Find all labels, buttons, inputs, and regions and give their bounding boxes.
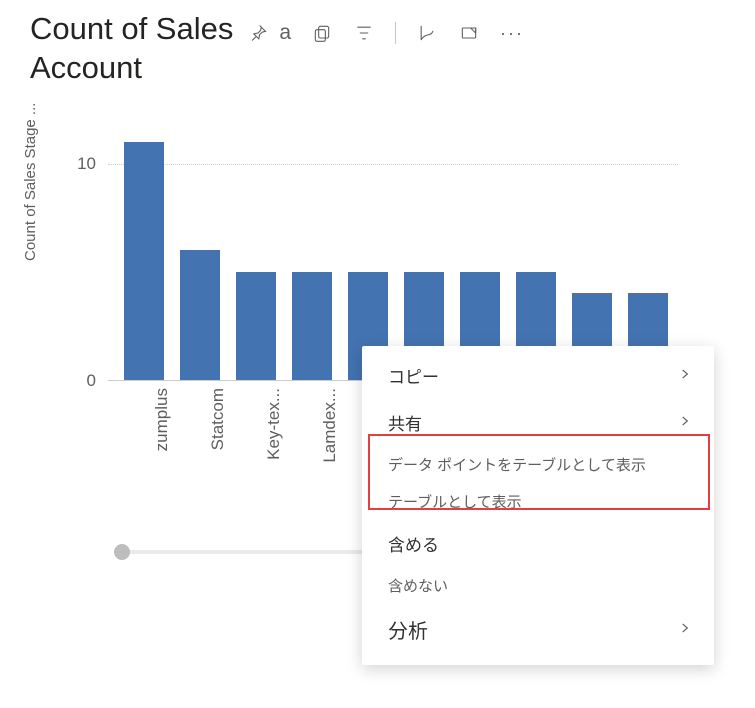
menu-show-datapoint-as-table[interactable]: データ ポイントをテーブルとして表示	[362, 446, 714, 483]
menu-copy[interactable]: コピー	[362, 352, 714, 399]
bar[interactable]	[292, 272, 332, 380]
bar[interactable]	[124, 142, 164, 380]
bar[interactable]	[236, 272, 276, 380]
focus-mode-icon[interactable]	[458, 22, 480, 44]
y-tick: 0	[87, 371, 96, 391]
menu-label: 含める	[388, 531, 439, 556]
menu-label: データ ポイントをテーブルとして表示	[388, 454, 646, 475]
hidden-title-glyph: a	[279, 21, 291, 45]
visual-title-block: Count of Sales a ···	[30, 10, 524, 88]
filter-icon[interactable]	[353, 22, 375, 44]
menu-label: 分析	[388, 615, 428, 644]
scrollbar-thumb[interactable]	[114, 544, 130, 560]
menu-label: コピー	[388, 363, 439, 388]
spotlight-icon[interactable]	[416, 22, 438, 44]
x-tick: Statcom	[208, 388, 228, 450]
menu-label: テーブルとして表示	[388, 491, 522, 512]
context-menu: コピー 共有 データ ポイントをテーブルとして表示 テーブルとして表示 含める …	[362, 346, 714, 665]
chevron-right-icon	[678, 366, 692, 386]
visual-header: Count of Sales a ···	[0, 0, 755, 88]
menu-analyze[interactable]: 分析	[362, 604, 714, 655]
gridline	[108, 164, 678, 165]
plot-area[interactable]: 10 0	[108, 121, 678, 381]
menu-include[interactable]: 含める	[362, 520, 714, 567]
y-axis-label: Count of Sales Stage ...	[22, 102, 39, 260]
x-tick: zumplus	[152, 388, 172, 451]
visual-header-toolbar: a ···	[247, 21, 524, 45]
bar[interactable]	[180, 250, 220, 380]
toolbar-divider	[395, 22, 396, 44]
menu-share[interactable]: 共有	[362, 399, 714, 446]
menu-label: 含めない	[388, 575, 448, 596]
menu-exclude[interactable]: 含めない	[362, 567, 714, 604]
chevron-right-icon	[678, 413, 692, 433]
menu-label: 共有	[388, 410, 422, 435]
x-tick: Key-tex...	[264, 388, 284, 460]
menu-show-as-table[interactable]: テーブルとして表示	[362, 483, 714, 520]
pin-icon[interactable]	[247, 22, 269, 44]
x-tick: Lamdex...	[320, 388, 340, 463]
visual-title-line2: Account	[30, 49, 524, 88]
visual-title-line1: Count of Sales	[30, 10, 233, 49]
more-options-icon[interactable]: ···	[500, 23, 524, 44]
chevron-right-icon	[678, 618, 692, 641]
y-tick: 10	[77, 154, 96, 174]
copy-visual-icon[interactable]	[311, 22, 333, 44]
